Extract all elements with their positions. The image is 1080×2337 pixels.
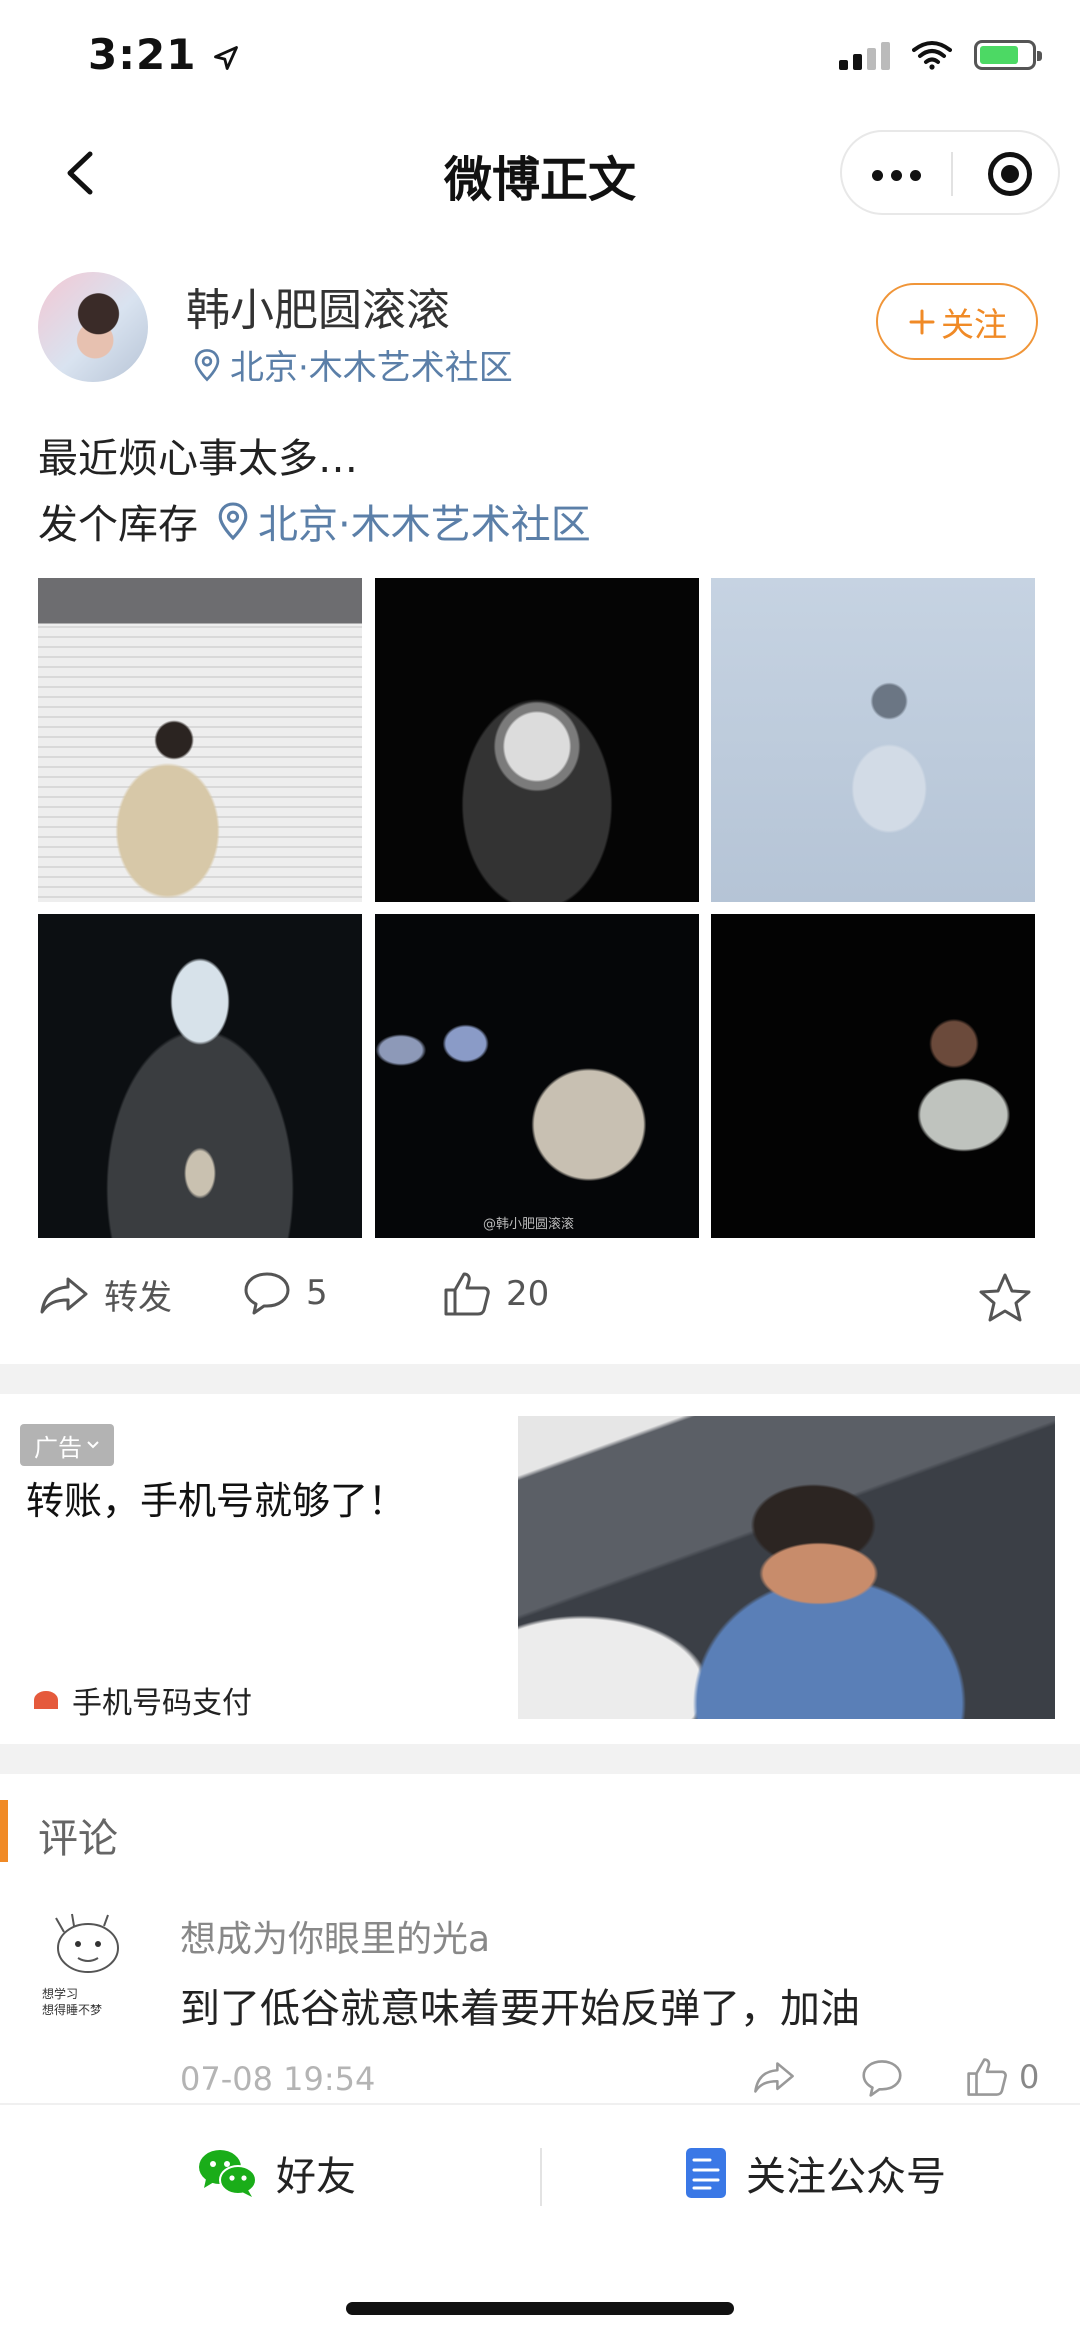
post-photo-1[interactable] — [38, 578, 362, 902]
brand-logo-icon — [34, 1691, 58, 1709]
miniprogram-capsule — [840, 130, 1060, 215]
home-indicator — [346, 2302, 734, 2315]
section-divider — [0, 1744, 1080, 1774]
post-text-location-link[interactable]: 北京·木木艺术社区 — [216, 492, 591, 550]
comment-text: 到了低谷就意味着要开始反弹了，加油 — [180, 1986, 860, 2032]
document-icon — [686, 2148, 726, 2198]
post-location[interactable]: 北京·木木艺术社区 — [192, 340, 513, 389]
ad-image[interactable] — [518, 1416, 1055, 1719]
comment-username[interactable]: 想成为你眼里的光a — [180, 1910, 490, 1962]
ad-headline[interactable]: 转账，手机号就够了！ — [26, 1470, 406, 1525]
post-username[interactable]: 韩小肥圆滚滚 — [186, 274, 450, 338]
favorite-star-icon[interactable] — [978, 1272, 1032, 1324]
battery-icon — [974, 40, 1042, 70]
section-divider — [0, 1364, 1080, 1394]
ad-tag[interactable]: 广告 — [20, 1424, 114, 1466]
repost-arrow-icon — [40, 1277, 88, 1313]
more-dots-icon[interactable] — [872, 170, 921, 181]
location-arrow-icon — [214, 45, 238, 70]
comment-time: 07-08 19:54 — [180, 2060, 376, 2098]
comment-repost-icon[interactable] — [752, 2058, 796, 2096]
wifi-icon — [912, 41, 952, 70]
comment-button[interactable]: 5 — [242, 1270, 328, 1316]
comment-bubble-icon — [244, 1272, 290, 1315]
target-icon[interactable] — [988, 152, 1032, 196]
meme-face-icon — [55, 1913, 119, 1973]
chevron-down-icon — [87, 1441, 99, 1449]
status-icons — [839, 40, 1042, 70]
comment-like-button[interactable]: 0 — [965, 2056, 1039, 2098]
post-text-line1: 最近烦心事太多… — [38, 436, 358, 482]
thumbs-up-icon — [967, 2058, 1007, 2096]
location-pin-icon — [218, 502, 248, 541]
comment-avatar[interactable]: 想学习 想得睡不梦 — [38, 1912, 138, 2022]
wechat-icon — [199, 2150, 257, 2197]
status-time: 3:21 — [88, 30, 240, 79]
post-photo-3[interactable] — [711, 578, 1035, 902]
post-photo-4[interactable] — [38, 914, 362, 1238]
comment-section-title: 评论 — [38, 1816, 118, 1862]
share-to-friend-button[interactable]: 好友 — [196, 2144, 356, 2202]
post-photo-2[interactable] — [375, 578, 699, 902]
comment-section-marker — [0, 1800, 8, 1862]
back-chevron-icon[interactable] — [60, 148, 100, 198]
follow-button[interactable]: 关注 — [876, 283, 1038, 360]
like-button[interactable]: 20 — [442, 1270, 549, 1318]
post-photo-5[interactable]: @韩小肥圆滚滚 — [375, 914, 699, 1238]
post-text-line2: 发个库存 北京·木木艺术社区 — [38, 492, 591, 550]
plus-icon — [909, 309, 935, 334]
follow-official-account-button[interactable]: 关注公众号 — [684, 2144, 946, 2202]
post-photo-6[interactable] — [711, 914, 1035, 1238]
repost-button[interactable]: 转发 — [38, 1270, 172, 1319]
location-pin-icon — [194, 348, 220, 381]
thumbs-up-icon — [444, 1272, 490, 1316]
comment-reply-icon[interactable] — [860, 2058, 904, 2098]
cellular-signal-icon — [839, 40, 890, 70]
photo-watermark: @韩小肥圆滚滚 — [483, 1217, 575, 1232]
ad-brand[interactable]: 手机号码支付 — [34, 1678, 252, 1722]
avatar[interactable] — [38, 272, 148, 382]
